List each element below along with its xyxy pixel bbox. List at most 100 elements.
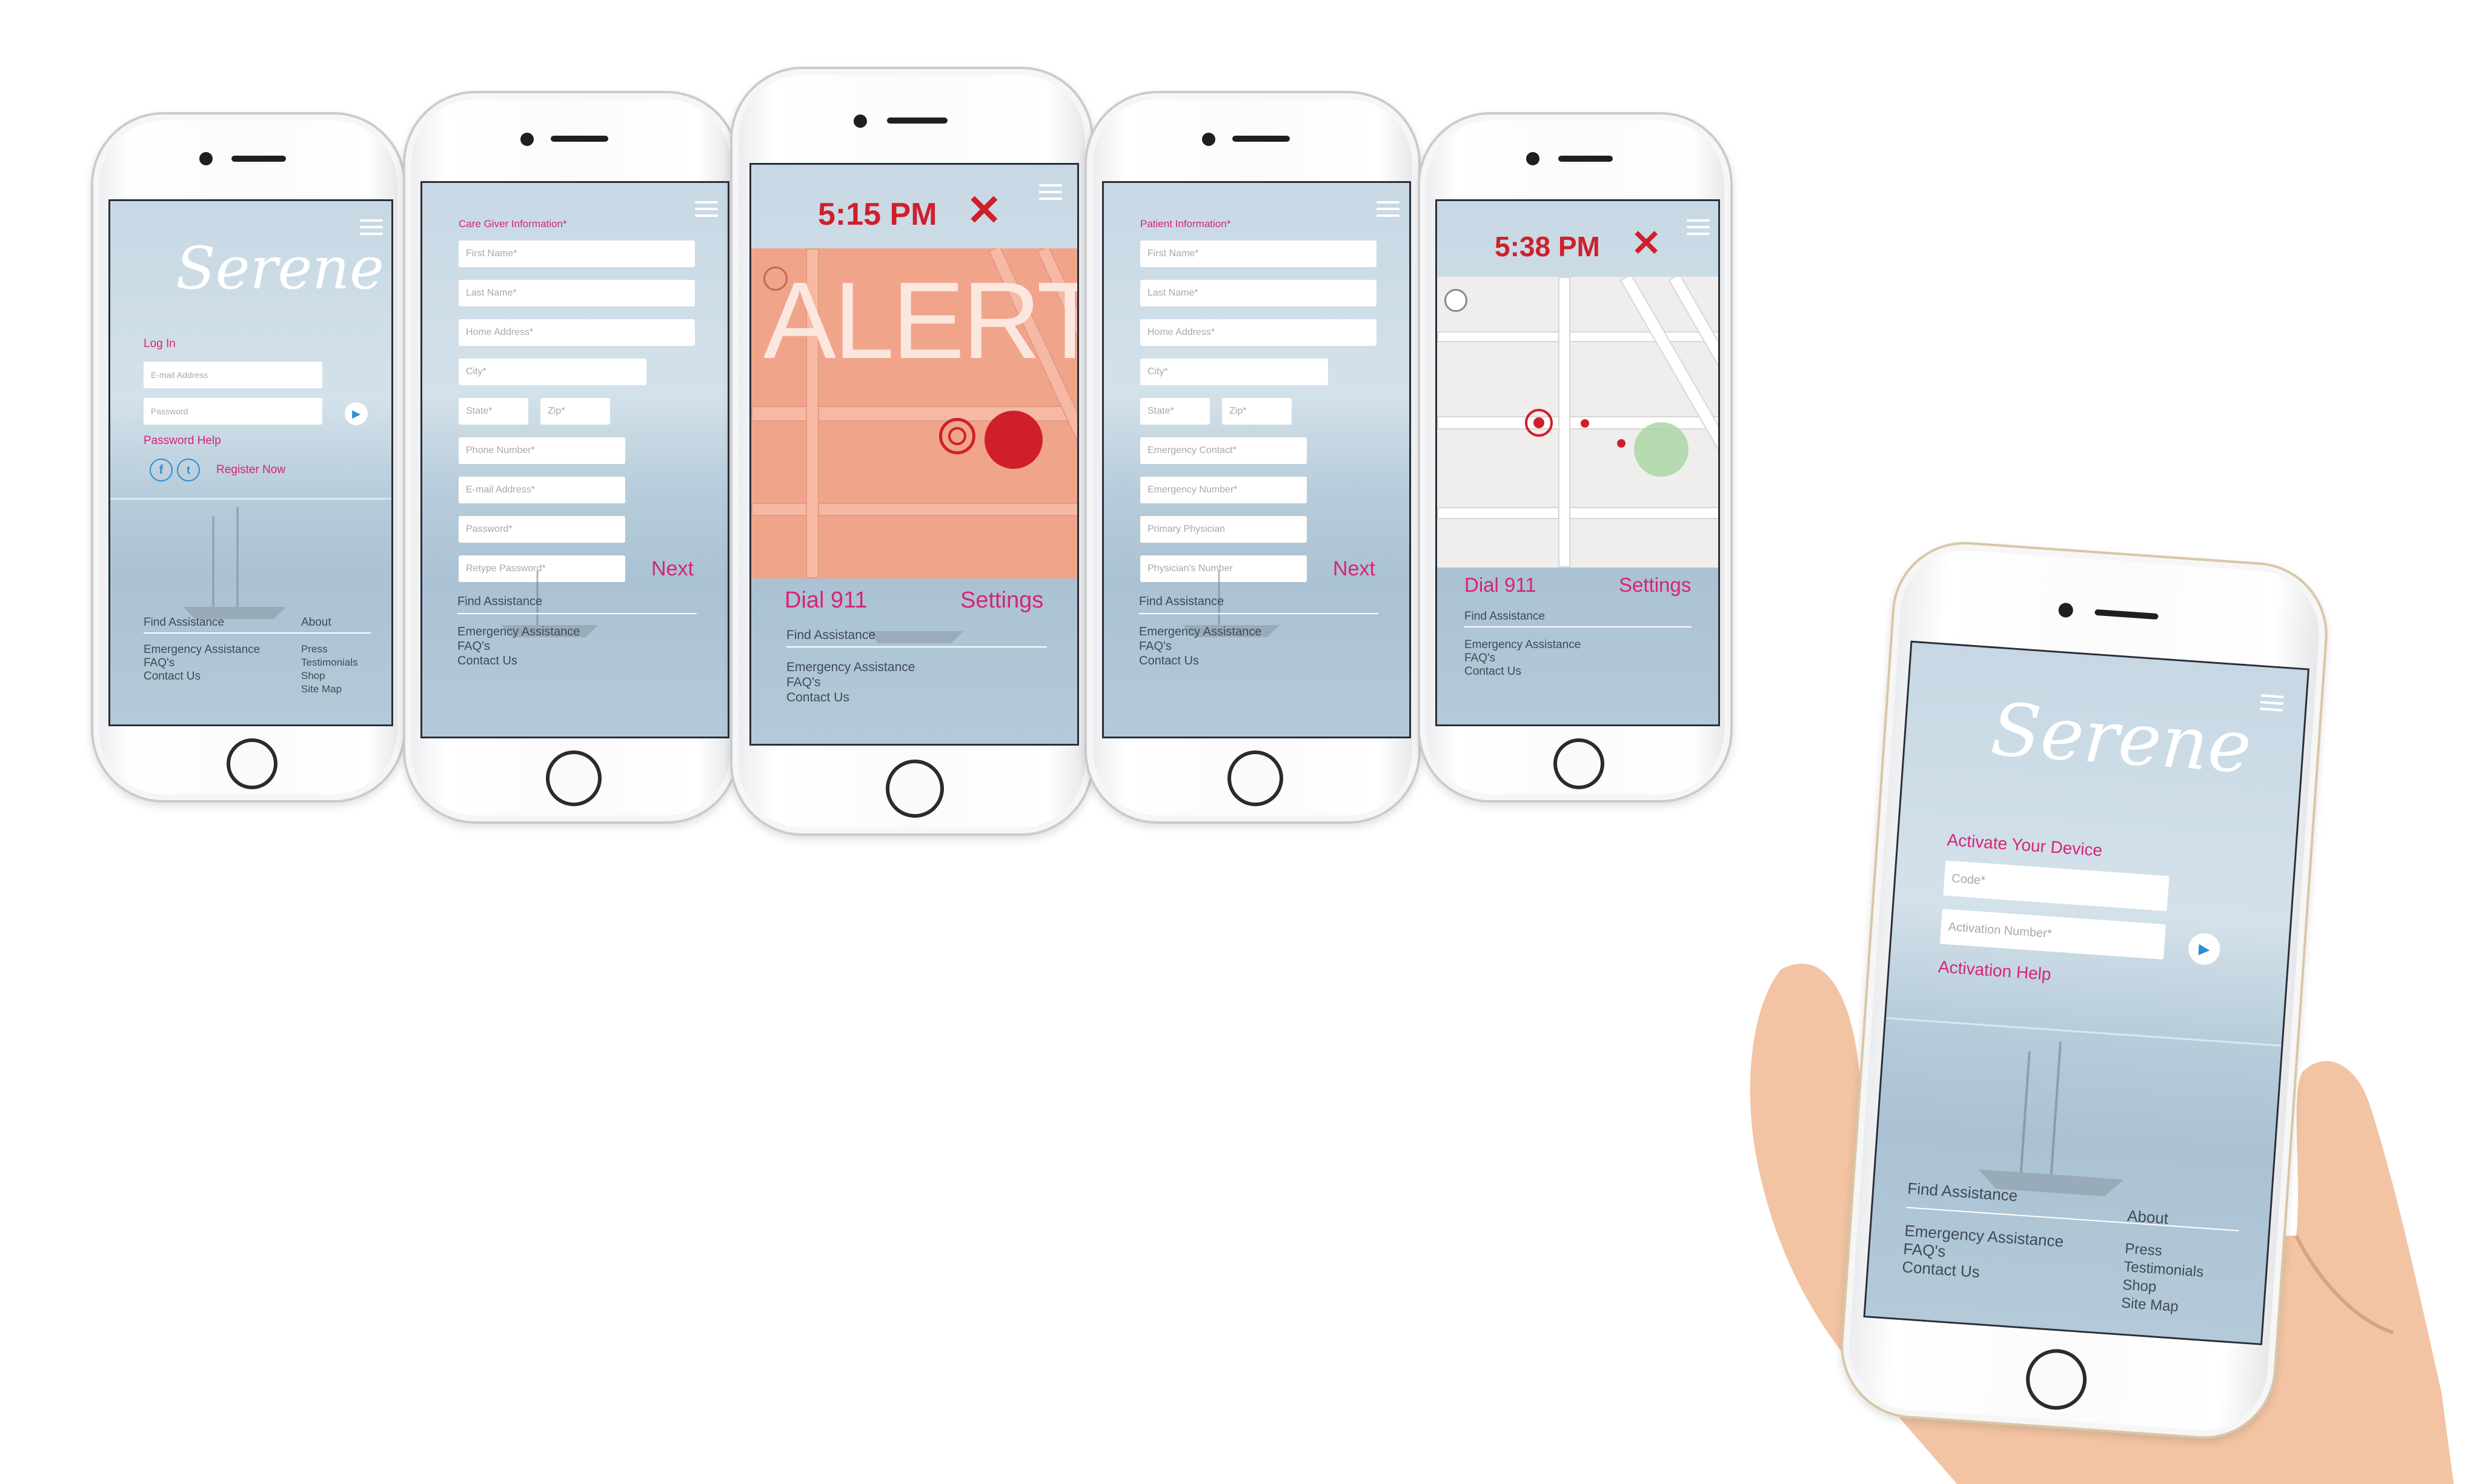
find-assistance-link[interactable]: Find Assistance: [457, 595, 542, 609]
about-link[interactable]: About: [301, 616, 331, 629]
find-assistance-link[interactable]: Find Assistance: [1464, 610, 1545, 623]
footer-link-press[interactable]: Press: [301, 643, 327, 655]
register-link[interactable]: Register Now: [216, 463, 285, 477]
footer-link-faq[interactable]: FAQ's: [1139, 640, 1172, 654]
close-icon[interactable]: ✕: [966, 189, 1002, 231]
footer-link-shop[interactable]: Shop: [301, 670, 325, 682]
footer-link-contact[interactable]: Contact Us: [1139, 654, 1199, 668]
city-field[interactable]: City*: [1140, 359, 1328, 385]
code-field[interactable]: Code*: [1943, 860, 2170, 912]
footer-link-testimonials[interactable]: Testimonials: [301, 657, 358, 669]
alert-map[interactable]: ALERT: [751, 248, 1079, 578]
footer-link-emergency[interactable]: Emergency Assistance: [1139, 625, 1261, 639]
home-address-field[interactable]: Home Address*: [459, 319, 695, 346]
app-logo: Serene: [1988, 687, 2254, 790]
menu-icon[interactable]: [1376, 201, 1400, 221]
screen-activation: Serene Activate Your Device Code* Activa…: [1863, 640, 2310, 1345]
email-field[interactable]: E-mail Address: [144, 362, 322, 388]
emergency-number-field[interactable]: Emergency Number*: [1140, 477, 1307, 503]
tracking-map[interactable]: [1437, 277, 1718, 568]
earpiece: [551, 136, 608, 142]
city-field[interactable]: City*: [459, 359, 646, 385]
last-name-field[interactable]: Last Name*: [1140, 280, 1376, 306]
patient-location-marker[interactable]: [985, 411, 1043, 469]
footer-link-shop[interactable]: Shop: [2122, 1277, 2157, 1296]
close-icon[interactable]: ✕: [1631, 225, 1661, 262]
footer-link-emergency[interactable]: Emergency Assistance: [144, 643, 260, 657]
earpiece: [231, 156, 286, 162]
menu-icon[interactable]: [1687, 219, 1710, 239]
footer-link-faq[interactable]: FAQ's: [457, 640, 490, 654]
password-field[interactable]: Password*: [459, 516, 625, 543]
password-help-link[interactable]: Password Help: [144, 434, 221, 448]
twitter-icon[interactable]: t: [177, 459, 200, 482]
first-name-field[interactable]: First Name*: [1140, 240, 1376, 267]
dial-911-button[interactable]: Dial 911: [1464, 574, 1536, 597]
footer-link-contact[interactable]: Contact Us: [144, 670, 201, 683]
phone-activation: Serene Activate Your Device Code* Activa…: [1836, 537, 2333, 1444]
emergency-contact-field[interactable]: Emergency Contact*: [1140, 437, 1307, 464]
map-pan-icon[interactable]: [1444, 289, 1467, 312]
earpiece: [1232, 136, 1290, 142]
footer-link-emergency[interactable]: Emergency Assistance: [1464, 638, 1581, 652]
footer-link-press[interactable]: Press: [2124, 1241, 2162, 1260]
submit-play-icon[interactable]: ▶: [345, 402, 368, 425]
submit-play-icon[interactable]: ▶: [2187, 932, 2222, 966]
state-field[interactable]: State*: [459, 398, 528, 425]
menu-icon[interactable]: [2259, 694, 2284, 716]
home-button[interactable]: [227, 738, 277, 789]
email-field[interactable]: E-mail Address*: [459, 477, 625, 503]
home-button[interactable]: [1553, 738, 1604, 789]
state-field[interactable]: State*: [1140, 398, 1210, 425]
home-button[interactable]: [2024, 1347, 2089, 1412]
alert-word: ALERT: [763, 260, 1079, 382]
primary-physician-field[interactable]: Primary Physician: [1140, 516, 1307, 543]
activation-number-field[interactable]: Activation Number*: [1939, 909, 2166, 960]
menu-icon[interactable]: [695, 201, 718, 221]
facebook-icon[interactable]: f: [150, 459, 173, 482]
footer-link-faq[interactable]: FAQ's: [1464, 652, 1495, 665]
footer-link-contact[interactable]: Contact Us: [1464, 665, 1521, 678]
phone-caregiver: Care Giver Information* First Name* Last…: [403, 91, 739, 824]
find-assistance-link[interactable]: Find Assistance: [1139, 595, 1224, 609]
home-address-field[interactable]: Home Address*: [1140, 319, 1376, 346]
route-point: [1581, 419, 1589, 428]
earpiece: [1558, 156, 1613, 162]
alert-time: 5:15 PM: [818, 197, 937, 232]
home-button[interactable]: [886, 760, 944, 818]
settings-button[interactable]: Settings: [1619, 574, 1691, 597]
phone-alert: 5:15 PM ✕ ALERT Dial 911 Settings Find A…: [730, 67, 1094, 836]
footer-link-faq[interactable]: FAQ's: [144, 657, 174, 670]
footer-link-faq[interactable]: FAQ's: [786, 675, 821, 690]
menu-icon[interactable]: [1039, 184, 1062, 204]
boat-image: [183, 507, 286, 619]
find-assistance-link[interactable]: Find Assistance: [786, 628, 875, 643]
footer-link-contact[interactable]: Contact Us: [457, 654, 517, 668]
patient-heading: Patient Information*: [1140, 218, 1231, 230]
footer-link-emergency[interactable]: Emergency Assistance: [786, 660, 915, 675]
first-name-field[interactable]: First Name*: [459, 240, 695, 267]
footer-link-contact[interactable]: Contact Us: [786, 691, 849, 705]
next-button[interactable]: Next: [651, 557, 694, 581]
home-button[interactable]: [1227, 750, 1283, 806]
footer-link-sitemap[interactable]: Site Map: [2120, 1295, 2179, 1316]
horizon: [110, 498, 391, 500]
last-name-field[interactable]: Last Name*: [459, 280, 695, 306]
front-camera: [1526, 152, 1539, 165]
phone-number-field[interactable]: Phone Number*: [459, 437, 625, 464]
map-pan-icon[interactable]: [763, 267, 788, 291]
phone-patient: Patient Information* First Name* Last Na…: [1084, 91, 1421, 824]
earpiece: [887, 118, 948, 124]
footer-link-contact[interactable]: Contact Us: [1901, 1257, 1980, 1282]
zip-field[interactable]: Zip*: [1222, 398, 1292, 425]
find-assistance-link[interactable]: Find Assistance: [144, 616, 224, 629]
home-button[interactable]: [546, 750, 602, 806]
screen-tracking: 5:38 PM ✕ Dial 911 Settings Find Assista…: [1435, 199, 1720, 726]
footer-link-sitemap[interactable]: Site Map: [301, 683, 342, 695]
front-camera: [520, 133, 534, 146]
next-button[interactable]: Next: [1333, 557, 1375, 581]
zip-field[interactable]: Zip*: [540, 398, 610, 425]
activation-help-link[interactable]: Activation Help: [1938, 957, 2051, 984]
password-field[interactable]: Password: [144, 398, 322, 425]
footer-link-emergency[interactable]: Emergency Assistance: [457, 625, 580, 639]
